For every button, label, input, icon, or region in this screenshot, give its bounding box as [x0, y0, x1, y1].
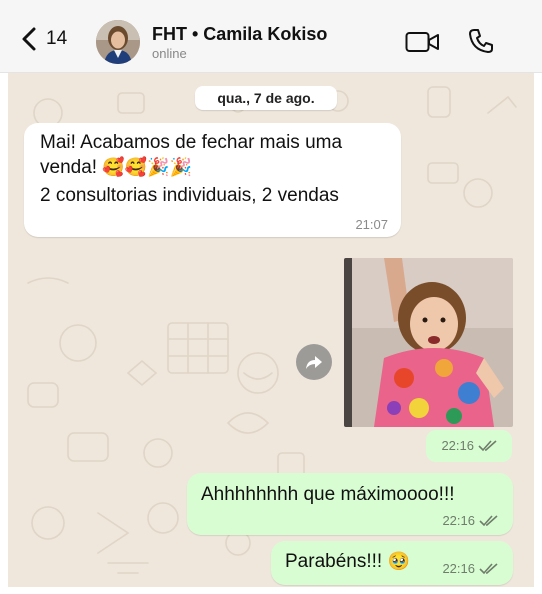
message-text-content: Parabéns!!! — [285, 551, 388, 572]
double-check-icon — [479, 514, 498, 526]
unread-count: 14 — [46, 28, 68, 49]
forward-icon — [306, 356, 322, 369]
back-button[interactable]: 14 — [20, 24, 67, 54]
emoji-sequence: 🥰🥰🎉🎉 — [102, 157, 192, 178]
avatar[interactable] — [96, 20, 140, 64]
message-time: 22:16 — [441, 438, 474, 453]
message-time: 22:16 — [442, 561, 475, 576]
outgoing-message[interactable]: Parabéns!!! 🥹 22:16 — [271, 541, 513, 585]
message-time: 22:16 — [442, 513, 475, 528]
forward-button[interactable] — [296, 344, 332, 380]
message-text-line: venda! 🥰🥰🎉🎉 — [40, 157, 192, 179]
message-meta: 22:16 — [442, 513, 499, 528]
message-text-line: 2 consultorias individuais, 2 vendas — [40, 185, 339, 206]
video-call-button[interactable] — [405, 31, 441, 53]
message-text-line: Mai! Acabamos de fechar mais uma — [40, 132, 343, 153]
message-text: Parabéns!!! 🥹 — [285, 551, 410, 573]
double-check-icon — [478, 439, 497, 451]
chat-area[interactable]: qua., 7 de ago. Mai! Acabamos de fechar … — [8, 73, 534, 587]
video-camera-icon — [405, 32, 439, 52]
date-separator: qua., 7 de ago. — [195, 86, 337, 110]
double-check-icon — [479, 562, 498, 574]
incoming-message[interactable]: Mai! Acabamos de fechar mais uma venda! … — [24, 123, 401, 237]
message-text: venda! — [40, 157, 103, 178]
phone-icon — [469, 29, 493, 53]
voice-call-button[interactable] — [468, 28, 494, 54]
contact-name[interactable]: FHT • Camila Kokiso — [152, 24, 327, 45]
message-text: Ahhhhhhhh que máximoooo!!! — [201, 484, 455, 505]
chevron-left-icon — [22, 27, 36, 51]
emoji: 🥹 — [387, 551, 410, 572]
chat-header: 14 FHT • Camila Kokiso online — [0, 0, 542, 73]
message-time: 21:07 — [355, 217, 388, 232]
chat-screen: 14 FHT • Camila Kokiso online qua., 7 de… — [0, 0, 542, 594]
outgoing-message[interactable]: Ahhhhhhhh que máximoooo!!! 22:16 — [187, 473, 513, 535]
message-meta: 22:16 — [441, 438, 498, 453]
photo-timestamp: 22:16 — [426, 430, 512, 462]
avatar-image — [96, 20, 140, 64]
photo-message[interactable] — [344, 258, 513, 427]
message-meta: 22:16 — [442, 561, 499, 576]
photo-image — [344, 258, 513, 427]
contact-status: online — [152, 46, 187, 61]
